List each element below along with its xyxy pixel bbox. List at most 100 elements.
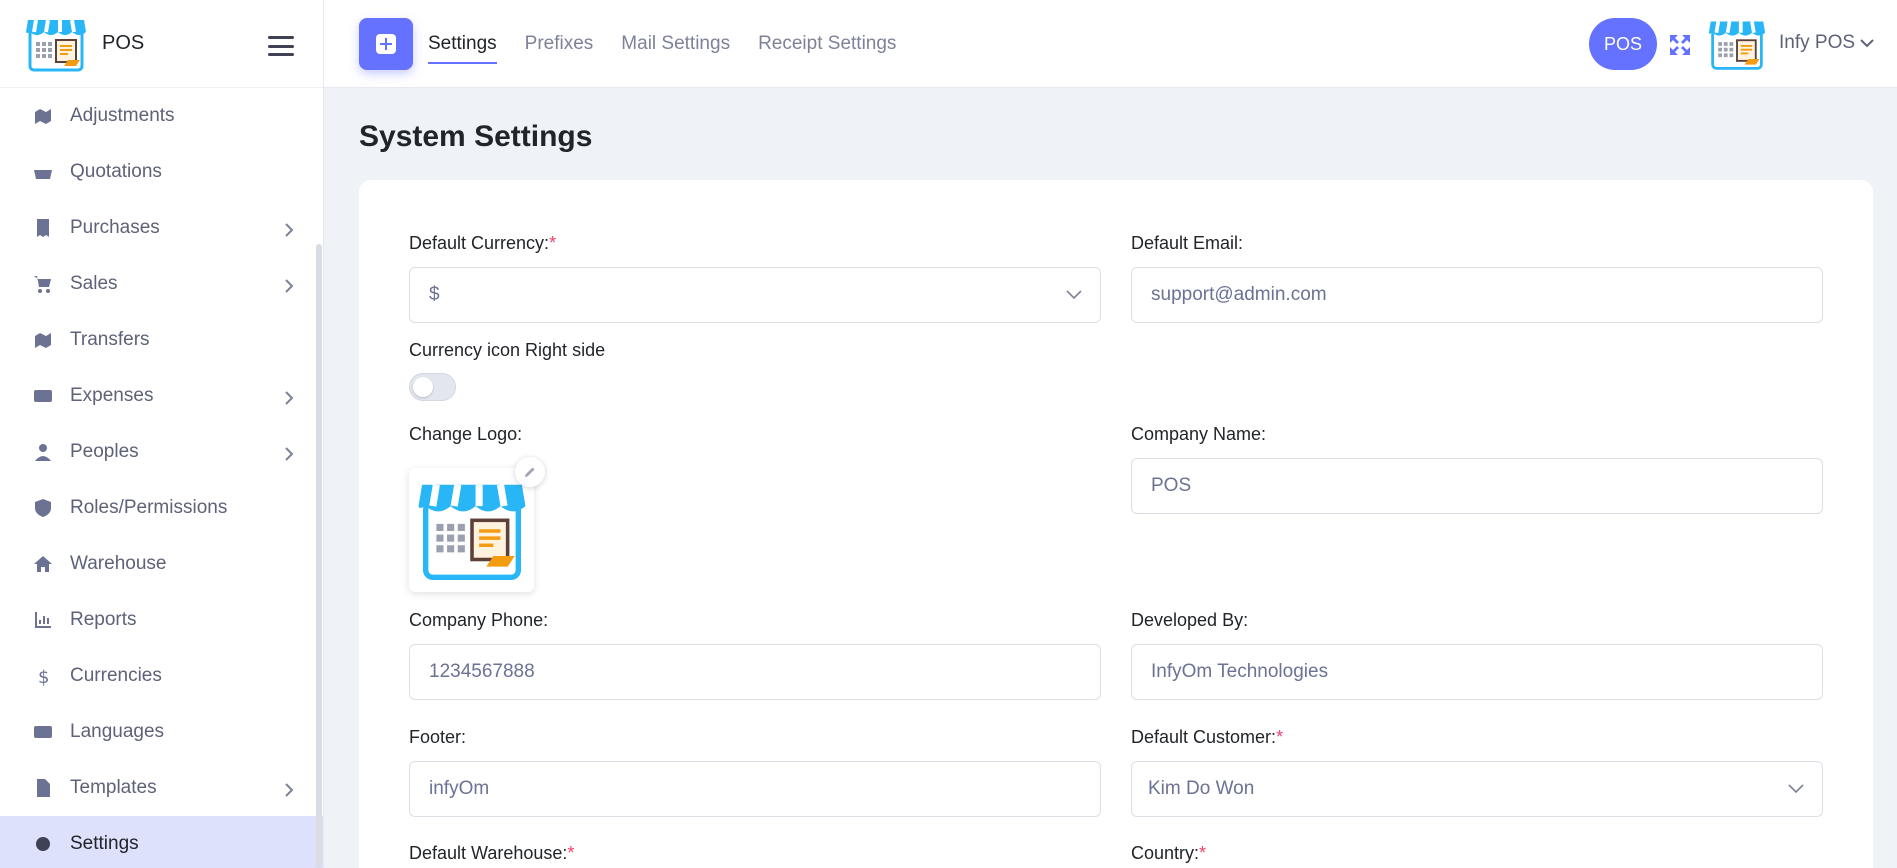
home-icon: [32, 553, 54, 575]
menu-toggle-icon[interactable]: [268, 36, 294, 56]
cart-icon: [32, 273, 54, 295]
shield-icon: [32, 497, 54, 519]
company-logo-preview: [409, 468, 534, 592]
user-avatar[interactable]: [1707, 16, 1767, 72]
svg-text:$: $: [38, 667, 49, 686]
sidebar-item-reports[interactable]: Reports: [0, 592, 323, 648]
pencil-icon: [525, 467, 535, 477]
dollar-icon: $: [32, 665, 54, 687]
company-phone-value: 1234567888: [429, 661, 535, 682]
toggle-knob: [413, 377, 433, 397]
sidebar-item-templates[interactable]: Templates: [0, 760, 323, 816]
company-name-field[interactable]: POS: [1131, 458, 1823, 514]
sidebar-item-sales[interactable]: Sales: [0, 256, 323, 312]
sidebar-item-transfers[interactable]: Transfers: [0, 312, 323, 368]
company-name-label: Company Name:: [1131, 424, 1267, 444]
store-logo-icon: [418, 484, 526, 580]
sidebar-item-peoples[interactable]: Peoples: [0, 424, 323, 480]
money-icon: [32, 385, 54, 407]
sidebar-item-label: Expenses: [70, 385, 154, 406]
sidebar-nav: Adjustments Quotations Purchases Sales Trans…: [0, 88, 323, 868]
sidebar-item-languages[interactable]: Languages: [0, 704, 323, 760]
top-header: Settings Prefixes Mail Settings Receipt Set…: [324, 0, 1897, 88]
company-phone-field[interactable]: 1234567888: [409, 644, 1101, 700]
developed-by-label: Developed By:: [1131, 610, 1249, 630]
sidebar-item-label: Roles/Permissions: [70, 497, 228, 518]
tab-mail-settings[interactable]: Mail Settings: [621, 30, 730, 58]
footer-value: infyOm: [429, 778, 490, 799]
sidebar-item-label: Reports: [70, 609, 137, 630]
language-icon: [32, 721, 54, 743]
sidebar-item-warehouse[interactable]: Warehouse: [0, 536, 323, 592]
default-email-field[interactable]: support@admin.com: [1131, 267, 1823, 323]
chevron-down-icon[interactable]: [1860, 38, 1874, 48]
default-customer-value: Kim Do Won: [1148, 778, 1255, 799]
currency-icon-right-label: Currency icon Right side: [409, 340, 606, 360]
sidebar: POS Adjustments Quotations Purchases Sales T…: [0, 0, 324, 868]
brand-name: POS: [102, 32, 145, 54]
pos-button[interactable]: POS: [1589, 18, 1657, 70]
sidebar-item-label: Currencies: [70, 665, 162, 686]
chevron-down-icon: [1066, 290, 1082, 300]
store-logo-icon[interactable]: [24, 16, 88, 72]
company-name-value: POS: [1151, 475, 1192, 496]
sidebar-item-label: Purchases: [70, 217, 160, 238]
default-currency-label: Default Currency:*: [409, 233, 557, 253]
default-email-value: support@admin.com: [1151, 284, 1327, 305]
plus-icon: [376, 34, 396, 54]
sidebar-item-currencies[interactable]: $ Currencies: [0, 648, 323, 704]
footer-field[interactable]: infyOm: [409, 761, 1101, 817]
user-icon: [32, 441, 54, 463]
default-currency-value: $: [429, 284, 440, 305]
developed-by-value: InfyOm Technologies: [1151, 661, 1329, 682]
map-icon: [32, 329, 54, 351]
sidebar-item-label: Warehouse: [70, 553, 167, 574]
gear-icon: [32, 833, 54, 855]
settings-tabs: Settings Prefixes Mail Settings Receipt Set…: [428, 0, 924, 88]
sidebar-item-settings[interactable]: Settings: [0, 816, 323, 868]
sidebar-scrollbar[interactable]: [316, 244, 322, 868]
country-label: Country:*: [1131, 843, 1207, 863]
user-name[interactable]: Infy POS: [1779, 32, 1855, 54]
tab-settings[interactable]: Settings: [428, 30, 497, 64]
default-email-label: Default Email:: [1131, 233, 1244, 253]
sidebar-item-label: Languages: [70, 721, 165, 742]
chevron-right-icon: [284, 445, 294, 461]
sidebar-item-adjustments[interactable]: Adjustments: [0, 88, 323, 144]
sidebar-item-quotations[interactable]: Quotations: [0, 144, 323, 200]
chevron-right-icon: [284, 277, 294, 293]
default-warehouse-label: Default Warehouse:*: [409, 843, 575, 863]
basket-icon: [32, 161, 54, 183]
chevron-right-icon: [284, 781, 294, 797]
edit-logo-button[interactable]: [515, 457, 545, 487]
currency-icon-right-toggle[interactable]: [409, 373, 456, 401]
chevron-down-icon: [1788, 784, 1804, 794]
sidebar-item-purchases[interactable]: Purchases: [0, 200, 323, 256]
company-phone-label: Company Phone:: [409, 610, 549, 630]
tab-receipt-settings[interactable]: Receipt Settings: [758, 30, 896, 58]
add-shortcut-button[interactable]: [359, 18, 413, 70]
page-title: System Settings: [359, 120, 593, 153]
file-icon: [32, 777, 54, 799]
default-currency-select[interactable]: $: [409, 267, 1101, 323]
adjustments-icon: [32, 105, 54, 127]
tab-prefixes[interactable]: Prefixes: [525, 30, 594, 58]
chevron-right-icon: [284, 221, 294, 237]
default-customer-select[interactable]: Kim Do Won: [1131, 761, 1823, 817]
default-customer-label: Default Customer:*: [1131, 727, 1284, 747]
sidebar-item-label: Sales: [70, 273, 118, 294]
sidebar-item-label: Peoples: [70, 441, 139, 462]
sidebar-item-label: Transfers: [70, 329, 150, 350]
sidebar-item-label: Settings: [70, 833, 139, 854]
footer-label: Footer:: [409, 727, 467, 747]
sidebar-item-expenses[interactable]: Expenses: [0, 368, 323, 424]
developed-by-field[interactable]: InfyOm Technologies: [1131, 644, 1823, 700]
change-logo-label: Change Logo:: [409, 424, 523, 444]
fullscreen-icon[interactable]: [1668, 33, 1692, 57]
sidebar-item-label: Adjustments: [70, 105, 175, 126]
chevron-right-icon: [284, 389, 294, 405]
sidebar-item-label: Quotations: [70, 161, 162, 182]
receipt-icon: [32, 217, 54, 239]
sidebar-item-roles-permissions[interactable]: Roles/Permissions: [0, 480, 323, 536]
chart-icon: [32, 609, 54, 631]
